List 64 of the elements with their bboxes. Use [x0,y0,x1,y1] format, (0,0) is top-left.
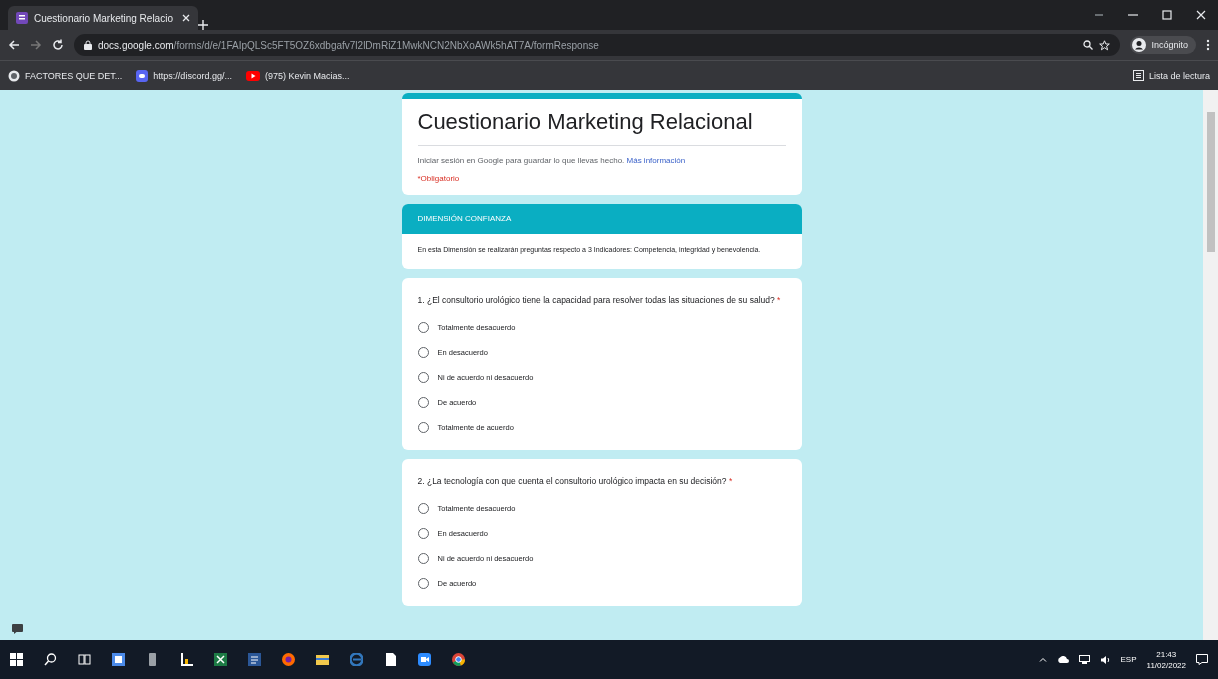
clock[interactable]: 21:43 11/02/2022 [1146,648,1186,671]
close-icon[interactable] [1196,10,1206,20]
folder-icon[interactable] [316,653,329,666]
radio-button[interactable] [417,322,429,333]
forward-icon[interactable] [30,39,42,51]
bookmark[interactable]: (975) Kevin Macias... [245,69,350,82]
tab-title: Cuestionario Marketing Relacio [34,12,174,24]
browser-tab[interactable]: Cuestionario Marketing Relacio [8,6,198,30]
minimize-icon[interactable] [1128,13,1138,17]
radio-button[interactable] [417,372,429,383]
plus-icon[interactable] [198,20,208,30]
radio-button[interactable] [417,553,429,564]
app-icon[interactable] [112,653,125,666]
maximize-icon[interactable] [1162,10,1172,20]
more-info-link[interactable]: Más información [626,156,686,165]
browser-e-icon[interactable] [350,653,363,666]
video-call-icon[interactable] [418,653,431,666]
chevron-up-icon[interactable] [1038,657,1047,662]
bookmark[interactable]: https://discord.gg/... [136,69,232,82]
radio-button[interactable] [417,578,429,589]
scrollbar[interactable] [1203,90,1218,640]
avatar-icon [1132,38,1147,52]
close-icon[interactable] [182,14,190,22]
search-icon[interactable] [44,653,57,666]
spreadsheet-icon[interactable] [214,653,227,666]
volume-icon[interactable] [1099,654,1111,665]
windows-icon[interactable] [10,653,23,666]
signin-note: Iniciar sesión en Google para guardar lo que llevas hecho. Más información [417,156,687,165]
url-text: docs.google.com/forms/d/e/1FAIpQLSc5FT5OZ6xdbgafv7l2lDmRiZ1MwkNCN2NbXoAWk5hAT7A/formResponse [98,39,599,51]
radio-button[interactable] [417,347,429,358]
feedback-icon[interactable] [12,624,23,634]
chrome-icon[interactable] [452,653,465,666]
question-text: 1. ¿El consultorio urológico tiene la capacidad para resolver todas las situaciones de su salud? * [417,294,782,307]
globe-icon [8,69,20,82]
question-text: 2. ¿La tecnología con que cuenta el consultorio urológico impacta en su decisión? * [417,475,734,488]
section-title: DIMENSIÓN CONFIANZA [401,204,802,234]
required-note: *Obligatorio [417,174,461,183]
play-icon [245,69,260,82]
radio-button[interactable] [417,503,429,514]
file-icon[interactable] [384,653,397,666]
form-icon [16,12,28,24]
network-icon[interactable] [1078,655,1090,664]
language-indicator[interactable]: ESP [1120,655,1137,664]
search-icon[interactable] [1083,40,1094,50]
back-icon[interactable] [8,39,20,51]
document-icon[interactable] [248,653,261,666]
chat-icon [136,69,149,82]
profile-button[interactable]: Incógnito [1130,36,1196,54]
star-icon[interactable] [1099,39,1111,51]
radio-button[interactable] [417,528,429,539]
bookmark[interactable]: FACTORES QUE DET... [8,69,123,82]
reading-list-button[interactable]: Lista de lectura [1132,70,1210,81]
task-view-icon[interactable] [78,653,91,666]
address-bar[interactable]: docs.google.com/forms/d/e/1FAIpQLSc5FT5OZ6xdbgafv7l2lDmRiZ1MwkNCN2NbXoAWk5hAT7A/formResponse [74,34,1121,56]
cloud-icon[interactable] [1056,656,1069,663]
radio-button[interactable] [417,397,429,408]
notification-icon[interactable] [1196,654,1208,665]
menu-icon[interactable] [1206,39,1210,51]
list-icon [1132,70,1144,81]
lock-icon [84,40,92,50]
radio-button[interactable] [417,422,429,433]
form-title: Cuestionario Marketing Relacional [417,109,786,146]
reload-icon[interactable] [52,39,64,51]
chart-icon[interactable] [180,653,193,666]
